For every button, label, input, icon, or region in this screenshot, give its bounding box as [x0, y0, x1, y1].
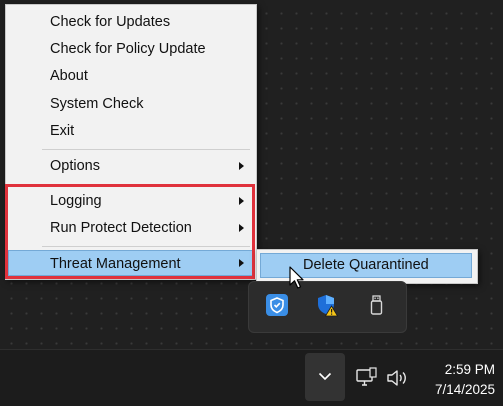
menu-item-threat-management[interactable]: Threat Management	[8, 250, 254, 276]
submenu-arrow-icon	[239, 162, 244, 170]
menu-item-about[interactable]: About	[8, 63, 254, 89]
menu-item-run-protect-detection[interactable]: Run Protect Detection	[8, 215, 254, 241]
menu-item-label: About	[50, 68, 88, 84]
menu-item-exit[interactable]: Exit	[8, 118, 254, 144]
menu-item-label: Delete Quarantined	[303, 257, 429, 273]
menu-item-label: Exit	[50, 123, 75, 139]
chevron-up-icon	[318, 372, 332, 381]
menu-item-label: System Check	[50, 96, 144, 112]
show-hidden-icons-button[interactable]	[305, 353, 345, 401]
menu-separator	[42, 184, 250, 185]
volume-icon[interactable]	[385, 367, 407, 389]
menu-item-options[interactable]: Options	[8, 153, 254, 179]
submenu-arrow-icon	[239, 259, 244, 267]
clock-time: 2:59 PM	[444, 362, 495, 377]
menu-item-delete-quarantined[interactable]: Delete Quarantined	[260, 253, 472, 278]
menu-item-system-check[interactable]: System Check	[8, 91, 254, 117]
shield-app-icon[interactable]	[265, 293, 289, 317]
menu-item-label: Logging	[50, 193, 102, 209]
menu-item-label: Check for Updates	[50, 14, 171, 30]
menu-separator	[42, 246, 250, 247]
menu-item-label: Run Protect Detection	[50, 220, 192, 236]
tray-overflow-flyout	[248, 281, 407, 333]
menu-item-check-for-updates[interactable]: Check for Updates	[8, 9, 254, 35]
submenu-arrow-icon	[239, 197, 244, 205]
threat-management-submenu: Delete Quarantined	[256, 249, 478, 284]
menu-item-label: Options	[50, 158, 100, 174]
network-icon[interactable]	[355, 367, 377, 389]
menu-separator	[42, 149, 250, 150]
defender-warning-icon[interactable]	[315, 293, 339, 317]
menu-item-check-for-policy-update[interactable]: Check for Policy Update	[8, 36, 254, 62]
menu-item-label: Threat Management	[50, 256, 181, 272]
usb-drive-icon[interactable]	[365, 293, 389, 317]
submenu-arrow-icon	[239, 224, 244, 232]
clock[interactable]: 2:59 PM 7/14/2025	[435, 360, 495, 400]
menu-item-label: Check for Policy Update	[50, 41, 206, 57]
menu-item-logging[interactable]: Logging	[8, 188, 254, 214]
context-menu: Check for Updates Check for Policy Updat…	[5, 4, 257, 280]
clock-date: 7/14/2025	[434, 382, 495, 397]
taskbar: 2:59 PM 7/14/2025	[0, 349, 503, 406]
